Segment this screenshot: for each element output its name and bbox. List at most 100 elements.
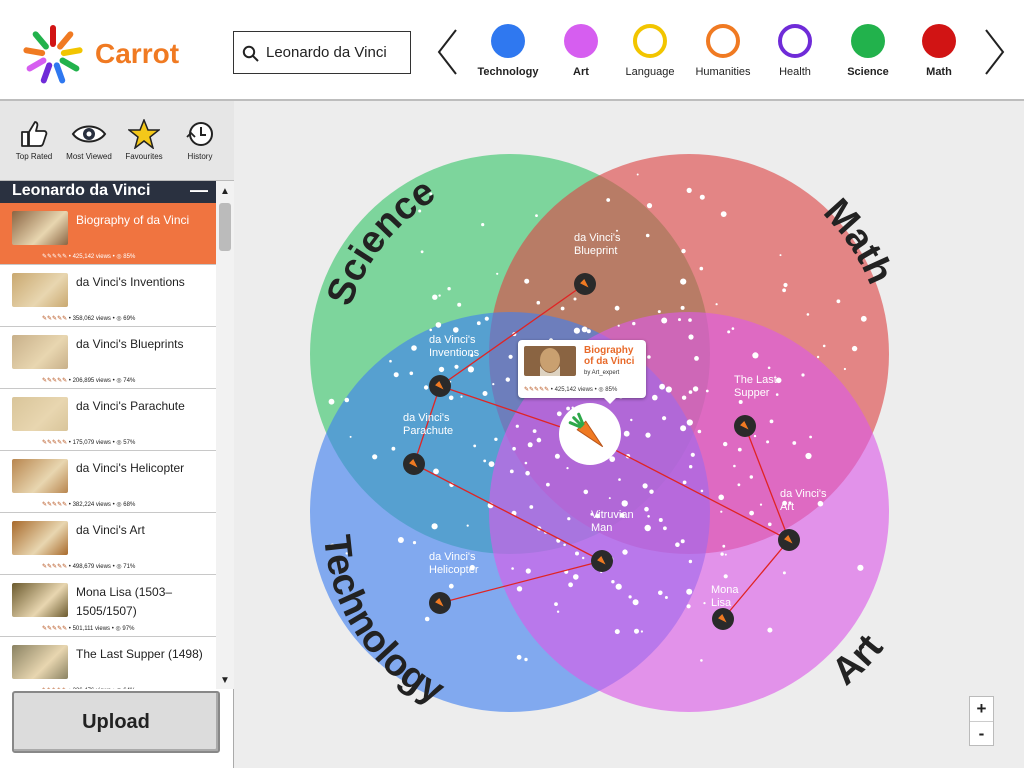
content-dot — [805, 452, 812, 460]
chevron-left-icon[interactable] — [436, 28, 460, 76]
top-rated-button[interactable]: Top Rated — [6, 119, 62, 161]
content-dot — [608, 497, 611, 500]
content-dot — [686, 419, 693, 426]
content-dot — [516, 586, 523, 592]
list-item-thumbnail — [12, 397, 68, 431]
content-dot — [476, 321, 481, 326]
content-dot — [690, 452, 695, 457]
most-viewed-button[interactable]: Most Viewed — [61, 119, 117, 161]
list-item[interactable]: da Vinci's Inventions ✎✎✎✎✎ • 358,062 vie… — [0, 265, 216, 327]
content-dot — [424, 616, 430, 622]
chevron-right-icon[interactable] — [982, 28, 1006, 76]
content-dot — [617, 324, 620, 327]
content-dot — [782, 571, 786, 575]
content-dot — [453, 327, 459, 333]
list-item[interactable]: Biography of da Vinci ✎✎✎✎✎ • 425,142 vie… — [0, 203, 216, 265]
list-item-score: 97% — [122, 626, 135, 632]
category-art[interactable]: Art — [544, 24, 618, 78]
content-dot — [563, 543, 566, 547]
list-item[interactable]: Mona Lisa (1503–1505/1507) ✎✎✎✎✎ • 501,11… — [0, 575, 216, 637]
category-technology[interactable]: Technology — [471, 24, 545, 78]
content-dot — [860, 315, 867, 322]
scroll-down-arrow-icon[interactable]: ▼ — [220, 675, 230, 686]
content-dot — [529, 505, 534, 509]
category-math[interactable]: Math — [902, 24, 976, 78]
category-language[interactable]: Language — [613, 24, 687, 78]
content-dot — [556, 610, 560, 613]
content-dot — [723, 574, 728, 579]
list-item-title: The Last Supper (1498) — [76, 647, 203, 661]
content-dot — [448, 583, 454, 589]
list-item-score: 69% — [123, 316, 136, 322]
content-dot — [640, 630, 643, 633]
content-dot — [515, 424, 519, 428]
content-dot — [678, 318, 681, 322]
content-dot — [720, 211, 727, 217]
content-dot — [682, 480, 687, 485]
content-dot — [454, 364, 459, 369]
list-item[interactable]: The Last Supper (1498) ✎✎✎✎✎ • 226,476 vi… — [0, 637, 216, 689]
content-dot — [349, 435, 352, 438]
list-item[interactable]: da Vinci's Helicopter ✎✎✎✎✎ • 382,224 vie… — [0, 451, 216, 513]
scroll-up-arrow-icon[interactable]: ▲ — [220, 186, 230, 197]
list-item[interactable]: da Vinci's Parachute ✎✎✎✎✎ • 175,079 view… — [0, 389, 216, 451]
content-dot — [447, 287, 451, 291]
content-dot — [636, 173, 639, 176]
content-dot — [675, 542, 680, 547]
content-dot — [628, 595, 632, 599]
rating-carrots-icon: ✎✎✎✎✎ — [42, 316, 68, 322]
content-dot — [816, 355, 820, 359]
favourites-button[interactable]: Favourites — [116, 119, 172, 161]
content-dot — [720, 510, 723, 513]
list-item-thumbnail — [12, 645, 68, 679]
content-dot — [431, 523, 438, 530]
center-carrot-node[interactable] — [559, 403, 621, 465]
category-label: Health — [779, 66, 811, 78]
tooltip-title: Biography of da Vinci — [584, 345, 635, 367]
node-label: da Vinci's Blueprint — [574, 232, 621, 257]
list-item[interactable]: da Vinci's Art ✎✎✎✎✎ • 498,679 views • ◎ … — [0, 513, 216, 575]
content-dot — [391, 446, 396, 451]
content-dot — [508, 354, 513, 359]
content-dot — [482, 391, 488, 396]
language-category-dot-icon — [633, 24, 667, 58]
search-box[interactable] — [233, 31, 411, 74]
content-dot — [389, 359, 392, 363]
content-dot — [680, 539, 685, 544]
content-dot — [582, 556, 585, 560]
scroll-thumb[interactable] — [219, 203, 231, 251]
top-rated-label: Top Rated — [15, 152, 53, 161]
collapse-button[interactable]: — — [190, 180, 208, 201]
category-label: Technology — [477, 66, 539, 78]
category-science[interactable]: Science — [831, 24, 905, 78]
content-dot — [664, 596, 668, 599]
content-dot — [568, 582, 573, 588]
content-dot — [767, 366, 771, 370]
math-category-dot-icon — [922, 24, 956, 58]
content-dot — [766, 440, 770, 444]
category-humanities[interactable]: Humanities — [686, 24, 760, 78]
content-dot — [663, 526, 667, 531]
list-scrollbar[interactable]: ▲ ▼ — [216, 181, 234, 689]
content-dot — [727, 330, 731, 334]
search-input[interactable] — [266, 40, 406, 64]
content-dot — [509, 469, 514, 474]
upload-button[interactable]: Upload — [12, 691, 220, 753]
category-health[interactable]: Health — [758, 24, 832, 78]
content-dot — [583, 489, 589, 495]
content-dot — [817, 500, 824, 507]
content-dot — [411, 345, 417, 351]
list-item[interactable]: da Vinci's Blueprints ✎✎✎✎✎ • 206,895 vie… — [0, 327, 216, 389]
zoom-out-button[interactable]: - — [970, 722, 993, 746]
list-item-meta: ✎✎✎✎✎ • 498,679 views • ◎ 71% — [42, 564, 136, 570]
content-dot — [680, 278, 687, 285]
venn-diagram: Science Math Technology Art da Vinci's Bl… — [310, 154, 901, 712]
tooltip-tail — [604, 398, 616, 404]
list-item-views: 382,224 views — [72, 502, 111, 508]
history-button[interactable]: History — [172, 119, 228, 161]
topic-list: Biography of da Vinci ✎✎✎✎✎ • 425,142 vie… — [0, 203, 216, 689]
content-dot — [512, 446, 516, 451]
zoom-in-button[interactable]: + — [970, 697, 993, 722]
content-dot — [779, 254, 782, 257]
selected-topic-tooltip[interactable]: Biography of da Vinci by Art_expert ✎✎✎✎… — [518, 340, 646, 404]
